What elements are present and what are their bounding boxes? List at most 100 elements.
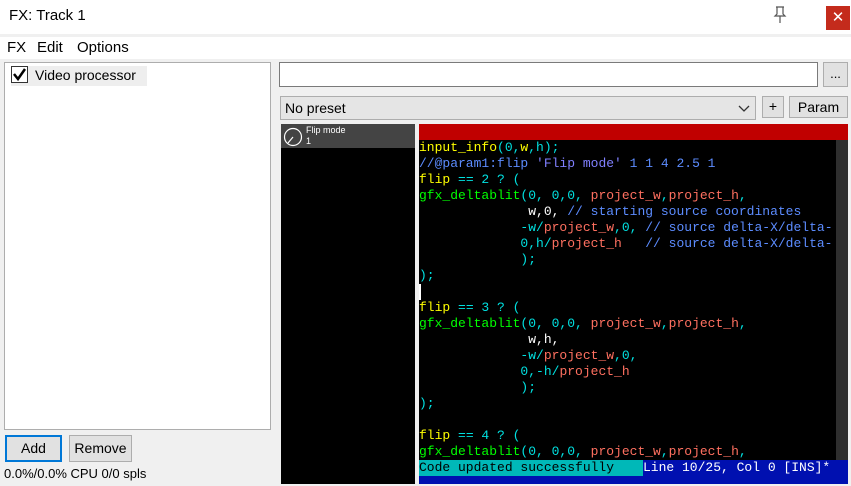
- code-line[interactable]: );: [419, 268, 834, 284]
- code-token: gfx_deltablit: [419, 188, 521, 203]
- code-token: flip: [419, 300, 459, 315]
- fx-item-label: Video processor: [35, 67, 136, 83]
- code-line[interactable]: flip == 3 ? (: [419, 300, 834, 316]
- preset-value: No preset: [285, 100, 346, 116]
- menu-edit[interactable]: Edit: [37, 39, 63, 56]
- preset-dropdown[interactable]: No preset: [280, 96, 756, 120]
- fx-enable-checkbox[interactable]: [11, 66, 28, 83]
- code-line[interactable]: [419, 412, 834, 428]
- menu-fx[interactable]: FX: [7, 39, 26, 56]
- code-token: ,0,: [614, 220, 646, 235]
- code-token: ,h);: [528, 140, 560, 155]
- slider-name: Flip mode: [306, 125, 346, 135]
- code-line[interactable]: flip == 4 ? (: [419, 428, 834, 444]
- code-line[interactable]: );: [419, 252, 834, 268]
- code-token: project_w: [543, 220, 615, 235]
- code-token: flip: [419, 428, 459, 443]
- scrollbar-thumb[interactable]: [836, 140, 848, 460]
- code-line[interactable]: flip == 2 ? (: [419, 172, 834, 188]
- code-token: ,: [738, 316, 747, 331]
- code-token: project_w: [590, 188, 661, 203]
- code-line[interactable]: w,h,: [419, 332, 834, 348]
- chevron-down-icon: [738, 105, 750, 112]
- code-token: //@param1:flip: [419, 156, 537, 171]
- code-area[interactable]: input_info(0,w,h);//@param1:flip 'Flip m…: [419, 140, 834, 460]
- code-line[interactable]: [419, 284, 834, 300]
- browse-button[interactable]: ...: [823, 62, 848, 87]
- add-button[interactable]: Add: [5, 435, 62, 462]
- fx-name-input[interactable]: [279, 62, 818, 87]
- editor-scrollbar[interactable]: [836, 140, 848, 460]
- menu-options[interactable]: Options: [77, 39, 129, 56]
- status-message: Code updated successfully: [419, 460, 643, 476]
- slider-flip-mode[interactable]: Flip mode 1: [281, 124, 415, 148]
- code-line[interactable]: input_info(0,w,h);: [419, 140, 834, 156]
- code-token: (0, 0,0,: [520, 444, 591, 459]
- code-token: project_h: [668, 316, 739, 331]
- code-line[interactable]: w,0, // starting source coordinates: [419, 204, 834, 220]
- code-line[interactable]: 0,h/project_h // source delta-X/delta-: [419, 236, 834, 252]
- code-line[interactable]: );: [419, 396, 834, 412]
- code-token: ,: [660, 444, 669, 459]
- code-token: 1 1 4 2.5 1: [621, 156, 716, 171]
- code-line[interactable]: //@param1:flip 'Flip mode' 1 1 4 2.5 1: [419, 156, 834, 172]
- code-line[interactable]: gfx_deltablit(0, 0,0, project_w,project_…: [419, 316, 834, 332]
- code-token: == 3 ? (: [458, 300, 521, 315]
- code-token: // source delta-X/delta-: [645, 220, 833, 235]
- code-line[interactable]: gfx_deltablit(0, 0,0, project_w,project_…: [419, 188, 834, 204]
- fx-item-video-processor[interactable]: Video processor: [11, 66, 147, 86]
- code-token: // source delta-X/delta-: [621, 236, 833, 251]
- pin-icon[interactable]: [772, 6, 788, 24]
- text-caret: [419, 284, 421, 300]
- code-token: // starting source coordinates: [567, 204, 802, 219]
- code-token: ,: [660, 316, 669, 331]
- window-title: FX: Track 1: [9, 7, 86, 24]
- code-token: gfx_deltablit: [419, 444, 521, 459]
- code-token: (0, 0,0,: [520, 316, 591, 331]
- knob-icon[interactable]: [283, 127, 303, 147]
- close-icon: ✕: [831, 9, 845, 26]
- code-line[interactable]: -w/project_w,0, // source delta-X/delta-: [419, 220, 834, 236]
- cpu-status: 0.0%/0.0% CPU 0/0 spls: [4, 466, 147, 481]
- code-token: project_w: [590, 316, 661, 331]
- code-token: ,0,: [614, 348, 638, 363]
- code-token: 'Flip mode': [536, 156, 622, 171]
- code-token: ,: [738, 188, 747, 203]
- code-token: );: [419, 268, 435, 283]
- close-button[interactable]: ✕: [826, 6, 850, 30]
- code-token: );: [419, 380, 537, 395]
- title-bar: FX: Track 1 ✕: [0, 0, 851, 34]
- editor-status-bar: Code updated successfully Line 10/25, Co…: [419, 460, 848, 484]
- fx-chain-list[interactable]: Video processor: [4, 62, 271, 430]
- code-token: ,: [738, 444, 747, 459]
- code-token: -w/: [419, 220, 544, 235]
- code-token: gfx_deltablit: [419, 316, 521, 331]
- code-line[interactable]: gfx_deltablit(0, 0,0, project_w,project_…: [419, 444, 834, 460]
- code-token: project_h: [551, 236, 622, 251]
- param-button[interactable]: Param: [789, 96, 848, 118]
- code-token: (0,: [497, 140, 521, 155]
- remove-button[interactable]: Remove: [69, 435, 132, 462]
- code-token: 0,-h/: [419, 364, 560, 379]
- code-editor[interactable]: input_info(0,w,h);//@param1:flip 'Flip m…: [419, 124, 848, 484]
- code-token: ,: [660, 188, 669, 203]
- code-token: input_info: [419, 140, 498, 155]
- slider-value: 1: [306, 136, 312, 146]
- code-token: (0, 0,0,: [520, 188, 591, 203]
- code-line[interactable]: -w/project_w,0,: [419, 348, 834, 364]
- code-token: flip: [419, 172, 459, 187]
- code-token: == 2 ? (: [458, 172, 521, 187]
- sliders-panel: Flip mode 1: [281, 124, 415, 484]
- code-token: project_h: [668, 188, 739, 203]
- code-token: project_w: [590, 444, 661, 459]
- code-token: w,0,: [419, 204, 568, 219]
- code-line[interactable]: );: [419, 380, 834, 396]
- add-preset-button[interactable]: +: [762, 96, 784, 118]
- code-token: );: [419, 396, 435, 411]
- code-token: == 4 ? (: [458, 428, 521, 443]
- code-token: w,h,: [419, 332, 560, 347]
- code-line[interactable]: 0,-h/project_h: [419, 364, 834, 380]
- code-token: -w/: [419, 348, 544, 363]
- editor-header-bar: [419, 124, 848, 140]
- code-token: 0,h/: [419, 236, 552, 251]
